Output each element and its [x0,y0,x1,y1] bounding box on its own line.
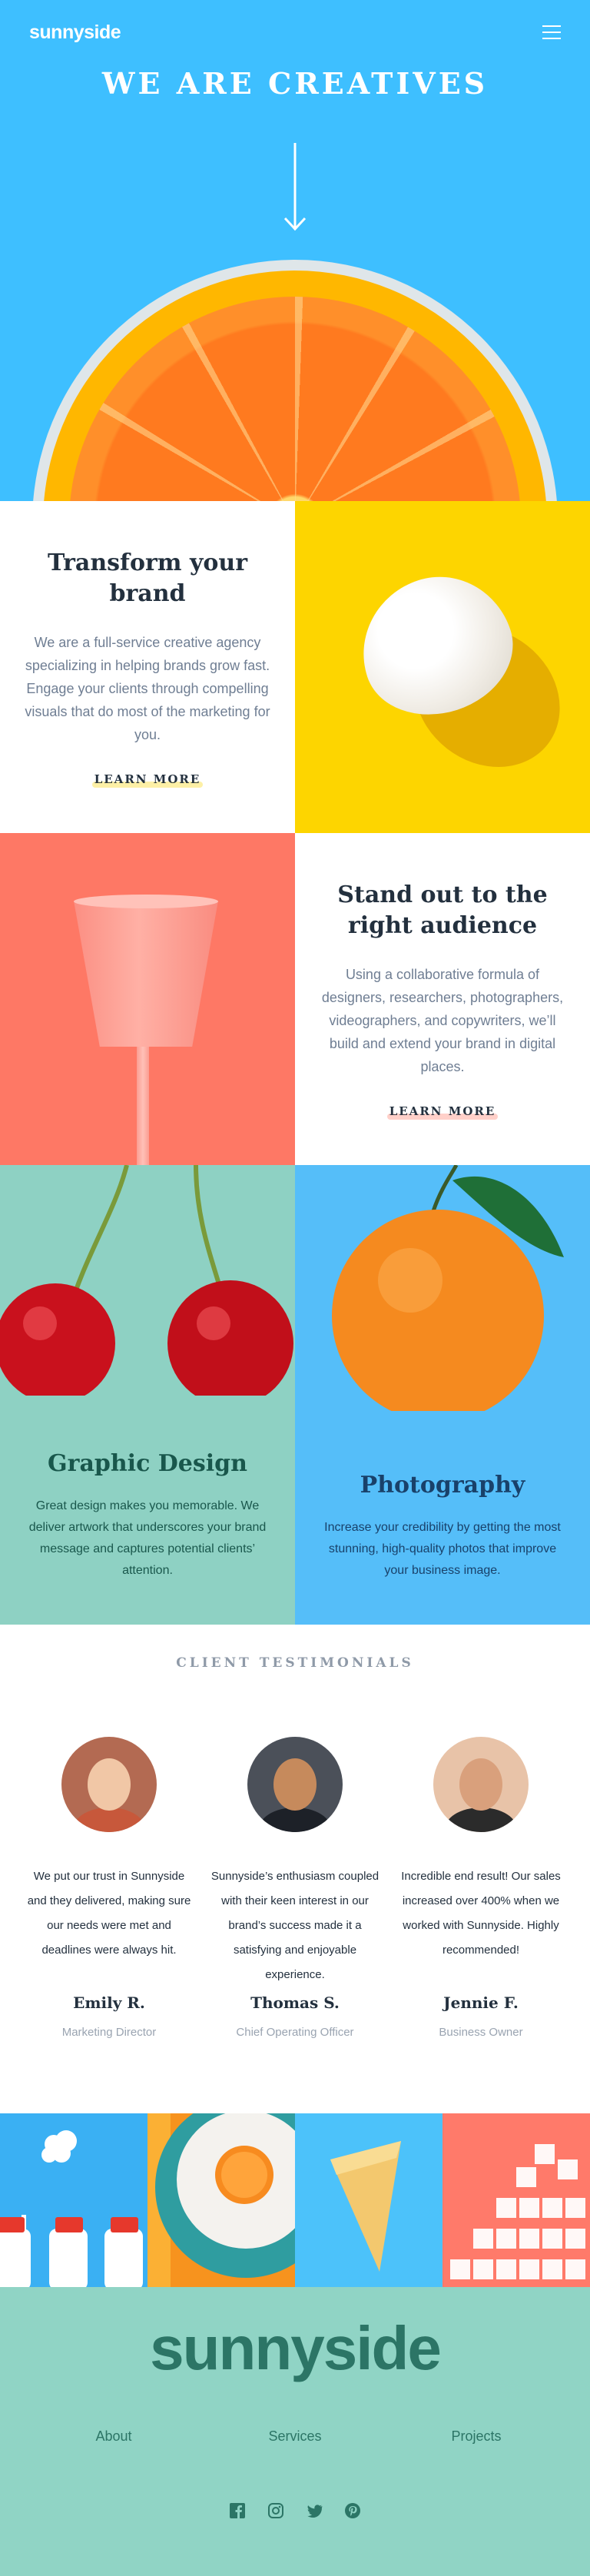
photography-card: Photography Increase your credibility by… [295,1165,590,1625]
service-description: Increase your credibility by getting the… [324,1521,561,1577]
graphic-design-card: Graphic Design Great design makes you me… [0,1165,295,1625]
footer-link-about[interactable]: About [23,2428,204,2445]
feature-title: Transform your brand [47,549,248,607]
services-row: Graphic Design Great design makes you me… [0,1165,590,1625]
testimonial-quote: We put our trust in Sunnyside and they d… [27,1870,191,1957]
gallery-milk-bottles-image [0,2113,148,2287]
testimonial-name: Emily R. [73,1993,145,2012]
testimonial-role: Business Owner [439,2026,523,2039]
testimonials-heading: CLIENT TESTIMONIALS [176,1655,414,1671]
testimonial-quote: Incredible end result! Our sales increas… [401,1870,561,1957]
facebook-icon[interactable] [229,2502,246,2519]
testimonial-card: Incredible end result! Our sales increas… [387,1737,575,2039]
service-title: Photography [360,1472,525,1499]
avatar [61,1737,157,1832]
gallery-ice-cream-cone-image [295,2113,442,2287]
service-title: Graphic Design [48,1450,247,1477]
service-caption: Photography Increase your credibility by… [295,1472,590,1582]
gallery-orange-plate-image [148,2113,295,2287]
testimonial-role: Chief Operating Officer [236,2026,354,2039]
feature-standout: Stand out to the right audience Using a … [295,833,590,1165]
testimonial-role: Marketing Director [61,2026,157,2039]
gallery [0,2113,590,2287]
arrow-down-icon [283,143,307,231]
testimonial-name: Jennie F. [443,1993,519,2012]
pinterest-icon[interactable] [344,2502,361,2519]
service-description: Great design makes you memorable. We del… [28,1499,267,1577]
hero: sunnyside WE ARE CREATIVES [0,0,590,501]
footer-logo[interactable]: sunnyside [0,2313,590,2384]
avatar [433,1737,529,1832]
orange-image [332,1165,564,1411]
cup-image [0,833,295,1165]
footer-link-services[interactable]: Services [204,2428,386,2445]
feature-description: We are a full-service creative agency sp… [25,635,270,742]
hamburger-menu-icon[interactable] [542,25,561,39]
avatar [247,1737,343,1832]
logo[interactable]: sunnyside [29,22,121,44]
testimonial-card: We put our trust in Sunnyside and they d… [15,1737,203,2039]
testimonial-card: Sunnyside’s enthusiasm coupled with thei… [201,1737,389,2039]
top-nav: sunnyside [0,0,590,65]
feature-title: Stand out to the right audience [337,881,548,939]
learn-more-link[interactable]: LEARN MORE [91,772,204,788]
feature-row-1: Transform your brand We are a full-servi… [0,501,590,833]
testimonial-name: Thomas S. [250,1993,340,2012]
social-links [0,2502,590,2519]
egg-image [295,501,590,833]
hero-title: WE ARE CREATIVES [101,66,489,101]
feature-row-2: Stand out to the right audience Using a … [0,833,590,1165]
footer-link-projects[interactable]: Projects [386,2428,567,2445]
twitter-icon[interactable] [306,2502,323,2519]
feature-transform: Transform your brand We are a full-servi… [0,501,295,833]
gallery-sugar-cubes-image [442,2113,590,2287]
service-caption: Graphic Design Great design makes you me… [0,1450,295,1582]
instagram-icon[interactable] [267,2502,284,2519]
cherries-image [0,1165,293,1396]
testimonials-section: CLIENT TESTIMONIALS We put our trust in … [0,1625,590,2113]
learn-more-link[interactable]: LEARN MORE [386,1104,499,1120]
footer: sunnyside About Services Projects [0,2287,590,2576]
footer-nav: About Services Projects [0,2428,590,2445]
testimonial-quote: Sunnyside’s enthusiasm coupled with thei… [210,1870,380,1981]
feature-description: Using a collaborative formula of designe… [321,967,564,1074]
